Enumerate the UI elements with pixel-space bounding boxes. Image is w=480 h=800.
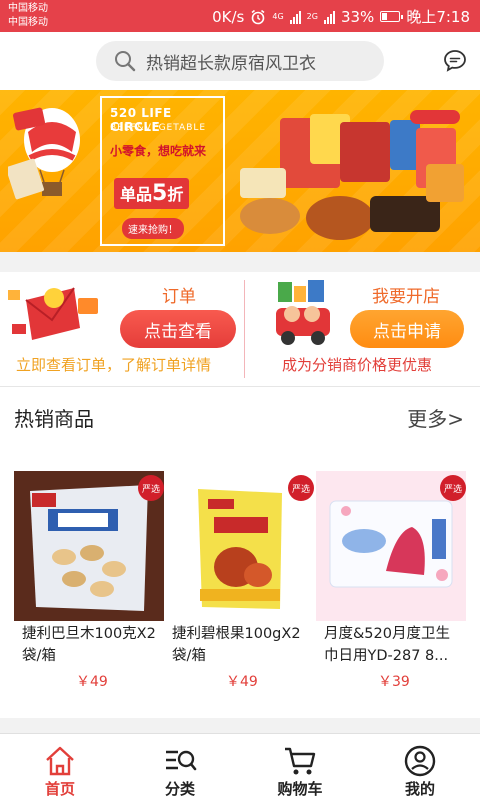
bottom-tab-bar: 首页 分类 购物车 我的 bbox=[0, 733, 480, 800]
carrier-label-1: 中国移动 bbox=[8, 3, 48, 14]
view-orders-button[interactable]: 点击查看 bbox=[120, 310, 236, 348]
product-name: 捷利巴旦木100克X2袋/箱 bbox=[22, 626, 156, 664]
search-icon bbox=[115, 51, 136, 72]
home-icon bbox=[46, 746, 74, 776]
tab-label: 我的 bbox=[404, 780, 435, 798]
tab-cart[interactable]: 购物车 bbox=[252, 734, 348, 800]
red-envelope-illustration bbox=[8, 287, 98, 340]
product-card[interactable]: 严选 月度&520月度卫生巾日用YD-287 8... ￥39 bbox=[316, 471, 466, 701]
product-price: ￥39 bbox=[378, 674, 410, 690]
open-shop-title: 我要开店 bbox=[372, 287, 440, 307]
signal-icon bbox=[289, 10, 301, 24]
promo-banner[interactable]: 520 LIFE CIRCLE BEEF&VEGETABLE 小零食，想吃就来 … bbox=[0, 90, 480, 252]
clock: 晚上7:18 bbox=[406, 8, 470, 26]
hot-air-balloon-illustration bbox=[8, 107, 80, 200]
carrier-label-2: 中国移动 bbox=[8, 17, 48, 28]
tab-label: 首页 bbox=[44, 780, 75, 798]
product-name: 月度&520月度卫生巾日用YD-287 8... bbox=[324, 626, 450, 664]
battery-icon bbox=[380, 11, 404, 22]
snacks-illustration bbox=[240, 110, 464, 240]
promo-slogan: 小零食，想吃就来 bbox=[110, 144, 207, 158]
select-badge: 严选 bbox=[138, 475, 164, 501]
tab-home[interactable]: 首页 bbox=[12, 734, 108, 800]
orders-description: 立即查看订单，了解订单详情 bbox=[16, 356, 212, 374]
product-card[interactable]: 严选 捷利碧根果100gX2袋/箱 ￥49 bbox=[164, 471, 314, 701]
quick-actions-panel: 订单 点击查看 立即查看订单，了解订单详情 我要开店 点击申请 成为分销商价格更… bbox=[0, 272, 480, 386]
status-bar: 中国移动 中国移动 0K/s 4G 2G 33% 晚上7:18 bbox=[0, 0, 480, 32]
section-title: 热销商品 bbox=[14, 407, 94, 431]
tab-category[interactable]: 分类 bbox=[132, 734, 228, 800]
product-card[interactable]: 严选 捷利巴旦木100克X2袋/箱 ￥49 bbox=[14, 471, 164, 701]
battery-percent: 33% bbox=[340, 7, 375, 26]
search-input[interactable]: 热销超长款原宿风卫衣 bbox=[96, 41, 384, 81]
select-badge: 严选 bbox=[288, 475, 314, 501]
product-name: 捷利碧根果100gX2袋/箱 bbox=[172, 626, 301, 664]
shopping-cart-icon bbox=[285, 747, 316, 775]
shop-description: 成为分销商价格更优惠 bbox=[282, 356, 433, 374]
hot-products-section: 热销商品 更多> 严选 捷利巴旦木100克X2袋/箱 ￥49 严选 捷利碧根果1… bbox=[0, 386, 480, 718]
product-price: ￥49 bbox=[226, 674, 258, 690]
promo-subtitle: BEEF&VEGETABLE bbox=[110, 123, 207, 133]
search-placeholder: 热销超长款原宿风卫衣 bbox=[146, 53, 316, 74]
tab-profile[interactable]: 我的 bbox=[372, 734, 468, 800]
network-type-1: 4G bbox=[272, 12, 284, 21]
message-icon[interactable] bbox=[442, 48, 468, 74]
tab-label: 分类 bbox=[164, 780, 195, 798]
category-icon bbox=[166, 750, 197, 771]
tab-label: 购物车 bbox=[277, 780, 323, 798]
more-link[interactable]: 更多> bbox=[407, 403, 464, 432]
promo-cta-button[interactable]: 速来抢购！ bbox=[122, 218, 184, 239]
user-profile-icon bbox=[404, 745, 436, 777]
product-price: ￥49 bbox=[76, 674, 108, 690]
shop-car-illustration bbox=[276, 280, 330, 345]
promo-card: 520 LIFE CIRCLE BEEF&VEGETABLE 小零食，想吃就来 … bbox=[100, 96, 225, 246]
signal-icon bbox=[323, 10, 335, 24]
network-speed: 0K/s bbox=[212, 7, 245, 26]
network-type-2: 2G bbox=[306, 12, 318, 21]
select-badge: 严选 bbox=[440, 475, 466, 501]
promo-discount: 单品5折 bbox=[114, 178, 190, 209]
panel-divider bbox=[244, 280, 245, 378]
top-header: 热销超长款原宿风卫衣 bbox=[0, 32, 480, 90]
orders-title: 订单 bbox=[162, 287, 196, 307]
apply-shop-button[interactable]: 点击申请 bbox=[350, 310, 464, 348]
alarm-icon bbox=[251, 9, 265, 24]
